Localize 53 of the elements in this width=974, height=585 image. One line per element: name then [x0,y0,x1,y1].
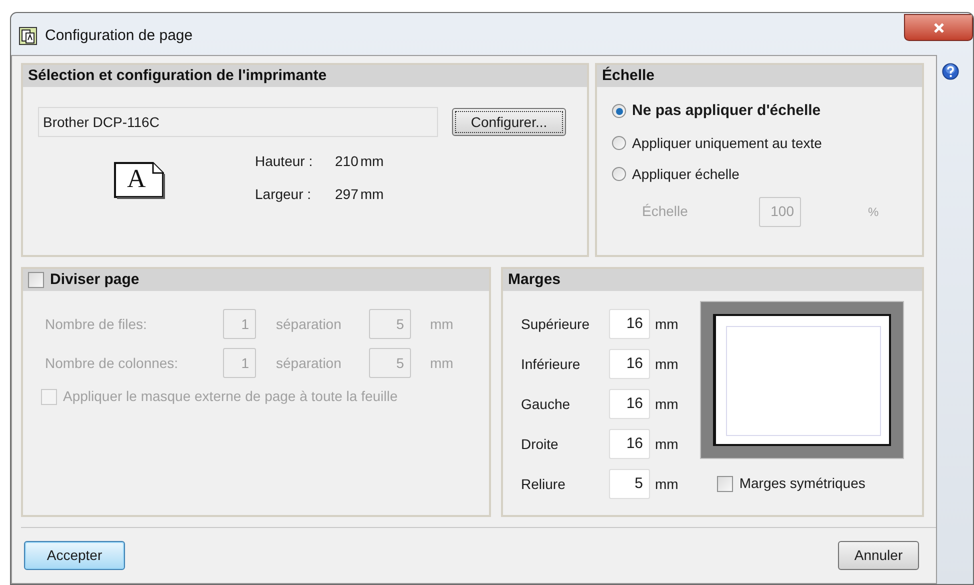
dimension-unit: mm [360,185,384,204]
radio-label[interactable]: Appliquer échelle [632,164,740,184]
paper-letter: A [127,164,146,194]
unit-label: mm [430,314,454,334]
dimension-value: 210 [335,152,358,171]
unit-label: mm [655,434,678,454]
radio-label[interactable]: Ne pas appliquer d'échelle [632,100,821,122]
panel-title: Marges [508,270,561,290]
unit-label: mm [655,354,678,374]
margin-label: Droite [521,434,560,454]
radio-button[interactable] [612,104,626,118]
close-button[interactable] [904,14,973,41]
dimension-unit: mm [360,152,384,171]
margin-label: Supérieure [521,314,590,334]
panel-title: Échelle [602,66,655,86]
paper-icon [113,161,165,199]
unit-label: mm [430,354,454,372]
radio-button[interactable] [612,136,626,150]
dialog-button[interactable]: Accepter [24,541,125,570]
input-field[interactable]: 16 [609,349,650,379]
dimension-value: 297 [335,185,358,204]
checkbox[interactable] [28,272,44,288]
margin-label: Reliure [521,474,566,494]
printer-name-field[interactable]: Brother DCP-116C [38,107,438,137]
field-label: séparation [275,354,342,373]
input-field[interactable]: 16 [609,389,650,419]
dialog-button[interactable]: Annuler [838,541,919,570]
field-label: séparation [275,314,342,334]
page-setup-icon [19,27,37,46]
field-label: Nombre de files: [45,314,148,334]
field-label: Nombre de colonnes: [45,354,180,372]
radio-label[interactable]: Appliquer uniquement au texte [632,132,822,154]
percent-sign: % [868,204,879,220]
input-field[interactable]: 5 [609,469,650,499]
dimension-label: Largeur : [255,185,312,204]
close-icon [932,22,944,34]
panel-title: Diviser page [50,270,140,290]
unit-label: mm [655,474,678,494]
unit-label: mm [655,394,678,414]
margin-label: Gauche [521,394,572,414]
configure-button[interactable]: Configurer... [452,108,566,136]
checkbox[interactable] [717,476,734,492]
dimension-label: Hauteur : [255,152,314,171]
window-title: Configuration de page [45,26,193,46]
input-field[interactable]: 16 [609,309,650,339]
panel-title: Sélection et configuration de l'imprimante [28,66,327,86]
checkbox-label[interactable]: Marges symétriques [739,473,866,494]
input-field[interactable]: 16 [609,429,650,459]
unit-label: mm [655,314,678,334]
scale-label: Échelle [642,202,689,221]
help-icon[interactable] [942,63,959,80]
margin-label: Inférieure [521,354,582,374]
radio-button[interactable] [612,167,626,181]
